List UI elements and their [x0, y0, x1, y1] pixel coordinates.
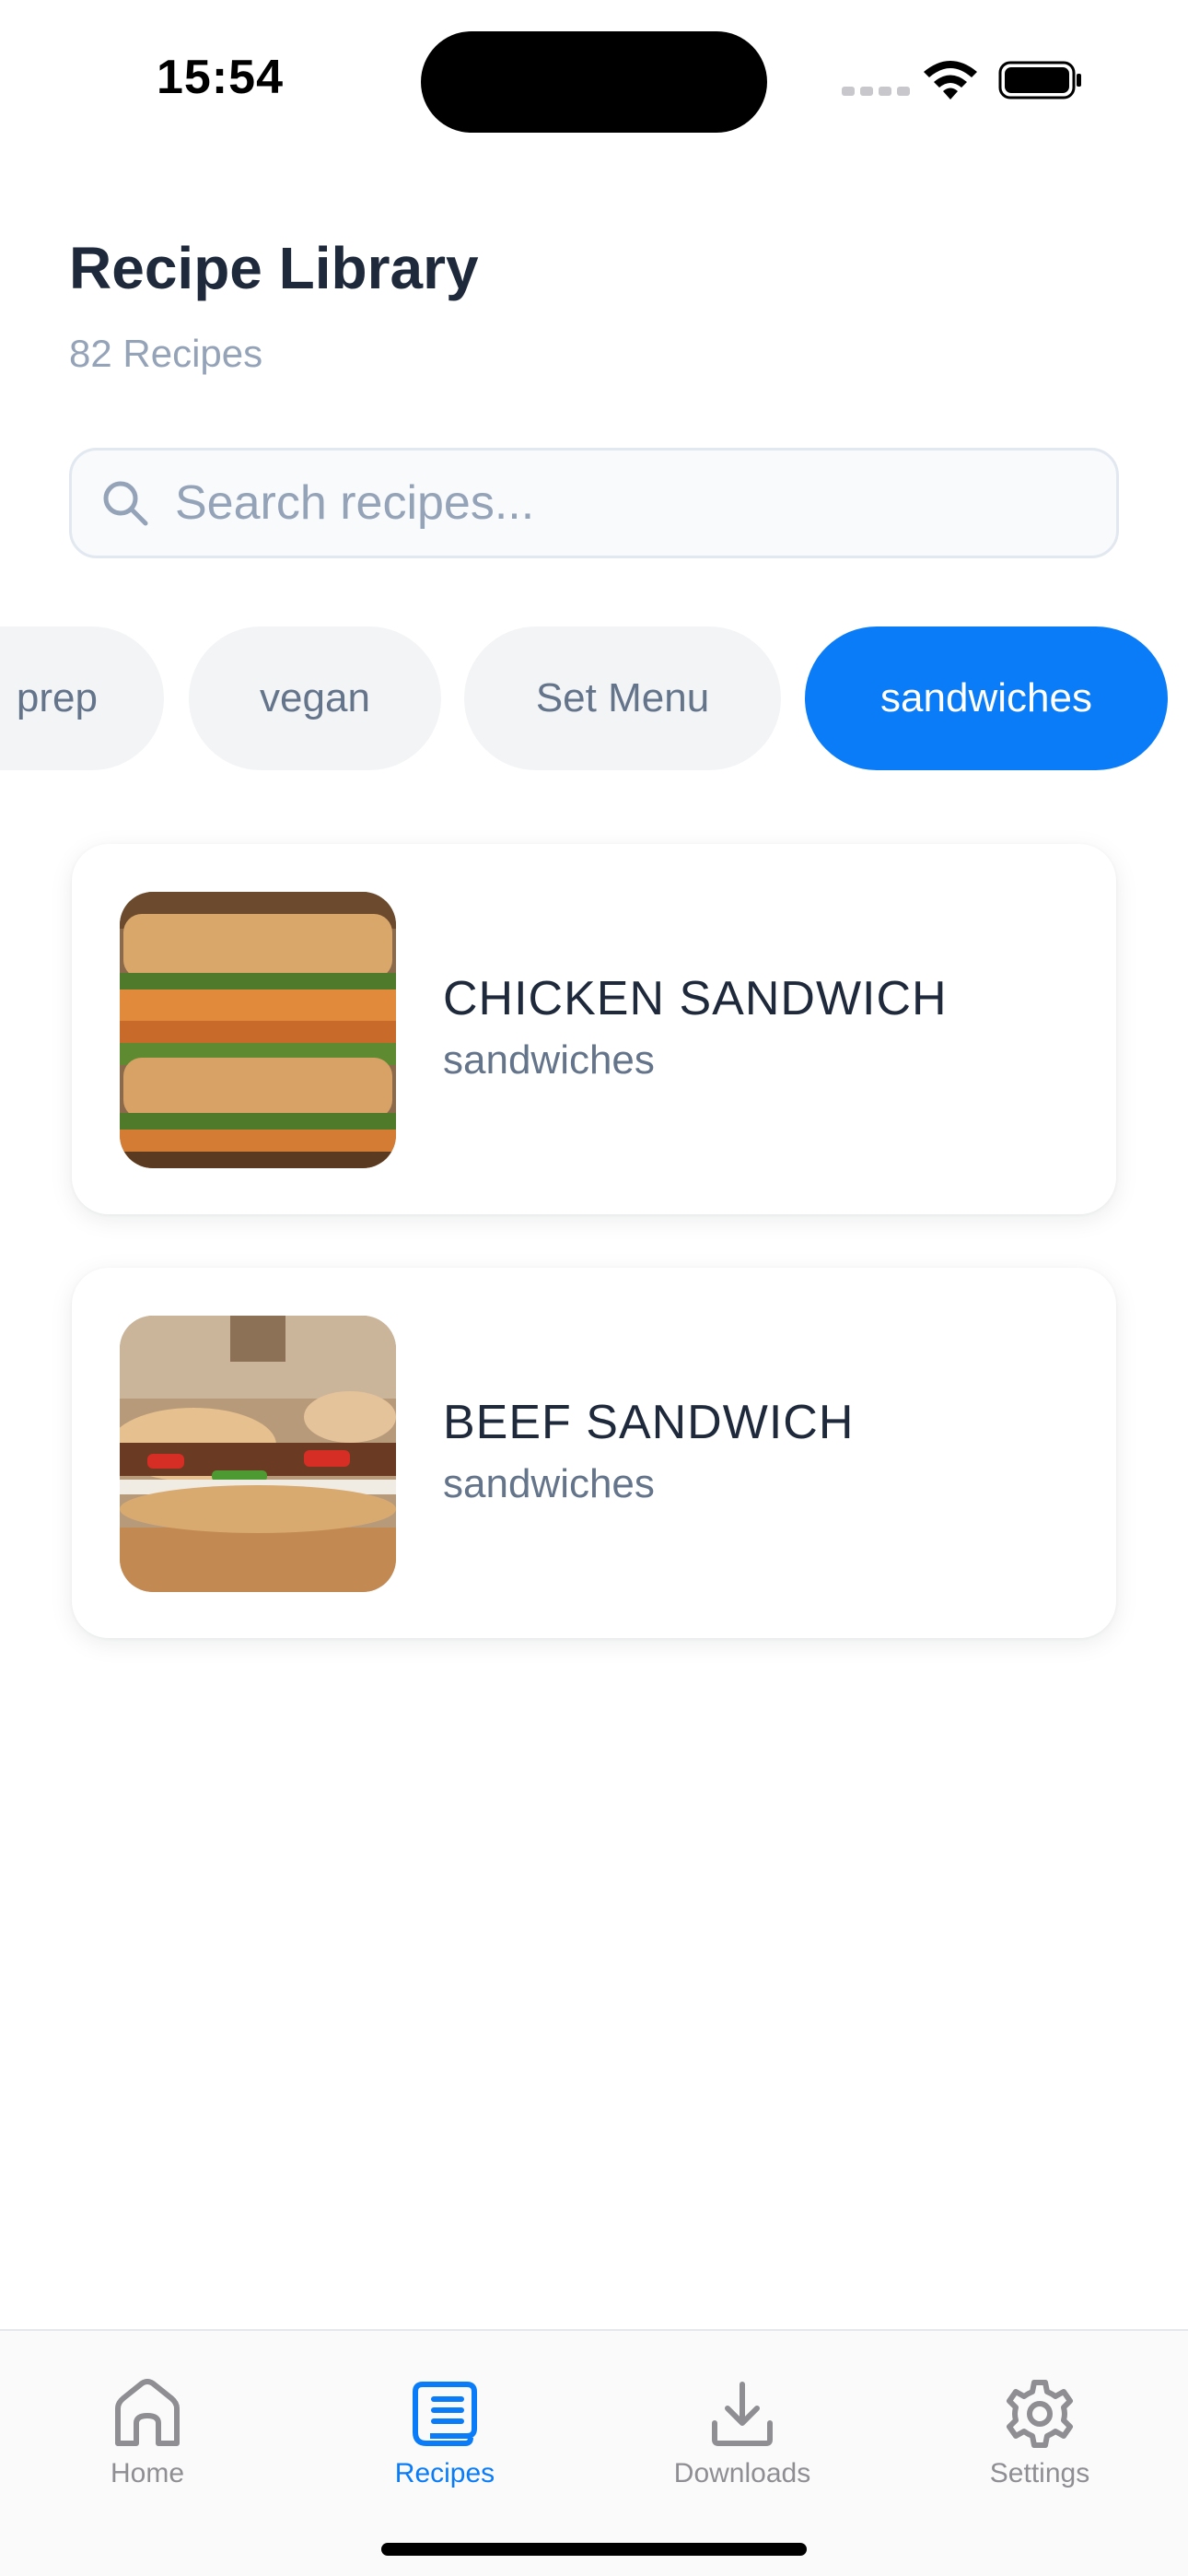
battery-icon	[998, 61, 1081, 100]
recipes-icon	[413, 2382, 477, 2446]
filter-chip-prep[interactable]: prep	[0, 626, 164, 770]
tab-home[interactable]: Home	[32, 2375, 262, 2489]
tab-label: Home	[110, 2458, 185, 2488]
recipe-category: sandwiches	[443, 1461, 655, 1506]
filter-chip-set-menu[interactable]: Set Menu	[464, 626, 781, 770]
search-input[interactable]	[175, 475, 1096, 531]
tab-label: Settings	[989, 2458, 1090, 2488]
filter-chip-sandwiches[interactable]: sandwiches	[805, 626, 1168, 770]
search-box[interactable]	[69, 448, 1119, 558]
page-title: Recipe Library	[69, 235, 479, 301]
home-icon	[115, 2379, 180, 2446]
tab-label: Downloads	[673, 2458, 811, 2488]
recipe-card[interactable]: CHICKEN SANDWICH sandwiches	[72, 844, 1116, 1214]
recipe-card[interactable]: BEEF SANDWICH sandwiches	[72, 1268, 1116, 1638]
filter-chip-label: prep	[16, 675, 98, 720]
status-bar: 15:54	[0, 0, 1188, 157]
tab-settings[interactable]: Settings	[925, 2375, 1155, 2489]
status-time: 15:54	[157, 51, 284, 104]
recipe-title: BEEF SANDWICH	[443, 1396, 855, 1449]
filter-chip-vegan[interactable]: vegan	[189, 626, 441, 770]
download-icon	[712, 2382, 773, 2446]
tab-recipes[interactable]: Recipes	[330, 2375, 560, 2489]
recipe-thumbnail	[120, 1316, 396, 1592]
recipe-title: CHICKEN SANDWICH	[443, 972, 948, 1025]
filter-chip-label: sandwiches	[880, 675, 1092, 720]
recipe-category: sandwiches	[443, 1037, 655, 1083]
search-icon	[103, 481, 148, 526]
cellular-signal-icon	[842, 87, 910, 96]
gear-icon	[1007, 2380, 1073, 2448]
filter-chip-label: vegan	[260, 675, 370, 720]
tab-downloads[interactable]: Downloads	[627, 2375, 857, 2489]
dynamic-island	[421, 31, 767, 133]
home-indicator	[381, 2543, 807, 2556]
category-filter-bar: prep vegan Set Menu sandwiches	[0, 626, 1188, 772]
filter-chip-label: Set Menu	[535, 675, 710, 720]
tab-bar: Home Recipes Downloads Settings	[0, 2329, 1188, 2576]
recipe-count: 82 Recipes	[69, 332, 263, 375]
recipe-thumbnail	[120, 892, 396, 1168]
wifi-icon	[924, 61, 977, 100]
tab-label: Recipes	[394, 2458, 495, 2488]
